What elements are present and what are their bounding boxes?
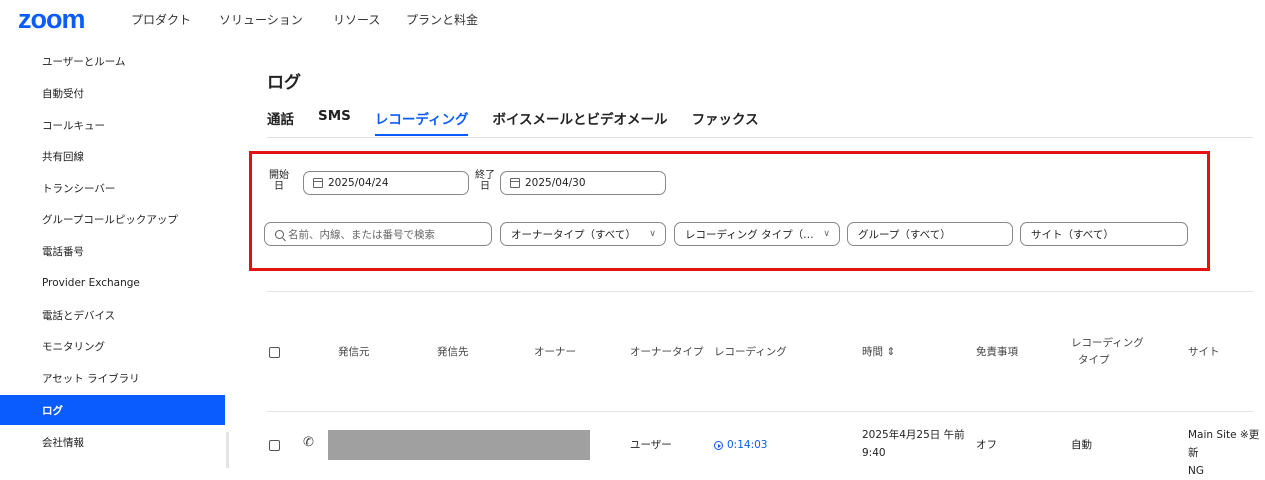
search-input[interactable]: 名前、内線、または番号で検索	[264, 222, 492, 246]
recording-play-link[interactable]: 0:14:03	[714, 436, 767, 454]
time-cell-date: 2025年4月25日 午前	[862, 429, 965, 441]
page-title: ログ	[267, 73, 301, 93]
sidebar-item-phones-devices[interactable]: 電話とデバイス	[0, 300, 225, 330]
chevron-down-icon: ∨	[823, 229, 830, 239]
site-cell-line2: NG	[1188, 465, 1204, 477]
top-nav: zoom プロダクト ソリューション リソース プランと料金	[0, 0, 1265, 40]
column-header-recording: レコーディング	[714, 346, 787, 358]
owner-type-select-value: オーナータイプ（すべて）	[511, 228, 636, 241]
phone-icon: ✆	[303, 435, 314, 450]
sidebar-item-asset-library[interactable]: アセット ライブラリ	[0, 363, 225, 393]
recording-type-select[interactable]: レコーディング タイプ（… ∨	[674, 222, 840, 246]
calendar-icon	[510, 178, 520, 188]
nav-resources[interactable]: リソース	[333, 11, 380, 28]
table-row-divider	[267, 411, 1253, 412]
filter-highlight-box	[249, 151, 1210, 271]
play-icon	[714, 440, 723, 450]
sidebar-item-logs[interactable]: ログ	[0, 395, 225, 425]
group-select-value: グループ（すべて）	[858, 228, 951, 241]
select-all-checkbox[interactable]	[269, 347, 280, 358]
column-header-owner: オーナー	[534, 346, 576, 358]
sidebar: ユーザーとルーム 自動受付 コールキュー 共有回線 トランシーバー グループコー…	[0, 44, 225, 480]
sidebar-item-walkie-talkie[interactable]: トランシーバー	[0, 173, 225, 203]
nav-pricing[interactable]: プランと料金	[406, 11, 478, 28]
tab-calls[interactable]: 通話	[267, 108, 294, 136]
disclaimer-cell: オフ	[976, 439, 997, 451]
sidebar-item-phone-numbers[interactable]: 電話番号	[0, 236, 225, 266]
nav-solutions[interactable]: ソリューション	[219, 11, 303, 28]
tab-fax[interactable]: ファックス	[692, 108, 759, 136]
calendar-icon	[313, 178, 323, 188]
site-select-value: サイト（すべて）	[1031, 228, 1114, 241]
tab-bar: 通話 SMS レコーディング ボイスメールとビデオメール ファックス	[267, 108, 783, 138]
site-select[interactable]: サイト（すべて）	[1020, 222, 1188, 246]
sidebar-item-call-queue[interactable]: コールキュー	[0, 110, 225, 140]
recording-duration: 0:14:03	[727, 439, 768, 451]
search-placeholder: 名前、内線、または番号で検索	[288, 228, 435, 241]
column-header-owner-type: オーナータイプ	[630, 346, 704, 358]
nav-products[interactable]: プロダクト	[131, 11, 191, 28]
start-date-label: 開始日	[269, 170, 289, 192]
section-divider	[267, 291, 1253, 292]
end-date-label: 終了日	[475, 170, 495, 192]
sidebar-item-auto-receptionist[interactable]: 自動受付	[0, 78, 225, 108]
sidebar-item-group-call-pickup[interactable]: グループコールピックアップ	[0, 204, 225, 234]
column-header-recording-type-line2: タイプ	[1078, 354, 1110, 366]
recording-type-cell: 自動	[1071, 439, 1092, 451]
sidebar-item-shared-lines[interactable]: 共有回線	[0, 141, 225, 171]
owner-type-cell: ユーザー	[630, 439, 672, 451]
start-date-picker[interactable]: 2025/04/24	[303, 171, 469, 195]
tab-divider	[267, 137, 1253, 138]
sidebar-scrollbar[interactable]	[226, 432, 229, 468]
end-date-picker[interactable]: 2025/04/30	[500, 171, 666, 195]
zoom-logo[interactable]: zoom	[18, 4, 85, 35]
tab-recordings[interactable]: レコーディング	[374, 108, 469, 136]
tab-voicemail-videomail[interactable]: ボイスメールとビデオメール	[492, 108, 667, 136]
site-cell: Main Site ※更新 NG	[1188, 426, 1265, 480]
end-date-value: 2025/04/30	[525, 177, 586, 189]
column-header-recording-type-line1: レコーディング	[1071, 337, 1144, 349]
redacted-caller-info	[328, 430, 590, 460]
sidebar-item-company-info[interactable]: 会社情報	[0, 427, 225, 457]
chevron-down-icon: ∨	[649, 229, 656, 239]
column-header-recording-type: レコーディング タイプ	[1071, 335, 1144, 369]
search-icon	[275, 229, 284, 239]
time-cell-hour: 9:40	[862, 447, 886, 459]
owner-type-select[interactable]: オーナータイプ（すべて） ∨	[500, 222, 666, 246]
sidebar-item-users-rooms[interactable]: ユーザーとルーム	[0, 46, 225, 76]
tab-sms[interactable]: SMS	[318, 108, 351, 136]
column-header-from: 発信元	[338, 346, 370, 358]
recording-type-select-value: レコーディング タイプ（…	[685, 228, 814, 241]
sidebar-item-provider-exchange[interactable]: Provider Exchange	[0, 268, 225, 298]
row-checkbox[interactable]	[269, 440, 280, 451]
column-header-disclaimer: 免責事項	[976, 346, 1018, 358]
column-header-to: 発信先	[437, 346, 469, 358]
column-header-time[interactable]: 時間 ⇕	[862, 344, 895, 361]
sidebar-item-monitoring[interactable]: モニタリング	[0, 331, 225, 361]
site-cell-line1: Main Site ※更新	[1188, 429, 1260, 459]
time-cell: 2025年4月25日 午前 9:40	[862, 426, 965, 462]
column-header-site: サイト	[1188, 346, 1220, 358]
group-select[interactable]: グループ（すべて）	[847, 222, 1013, 246]
start-date-value: 2025/04/24	[328, 177, 389, 189]
